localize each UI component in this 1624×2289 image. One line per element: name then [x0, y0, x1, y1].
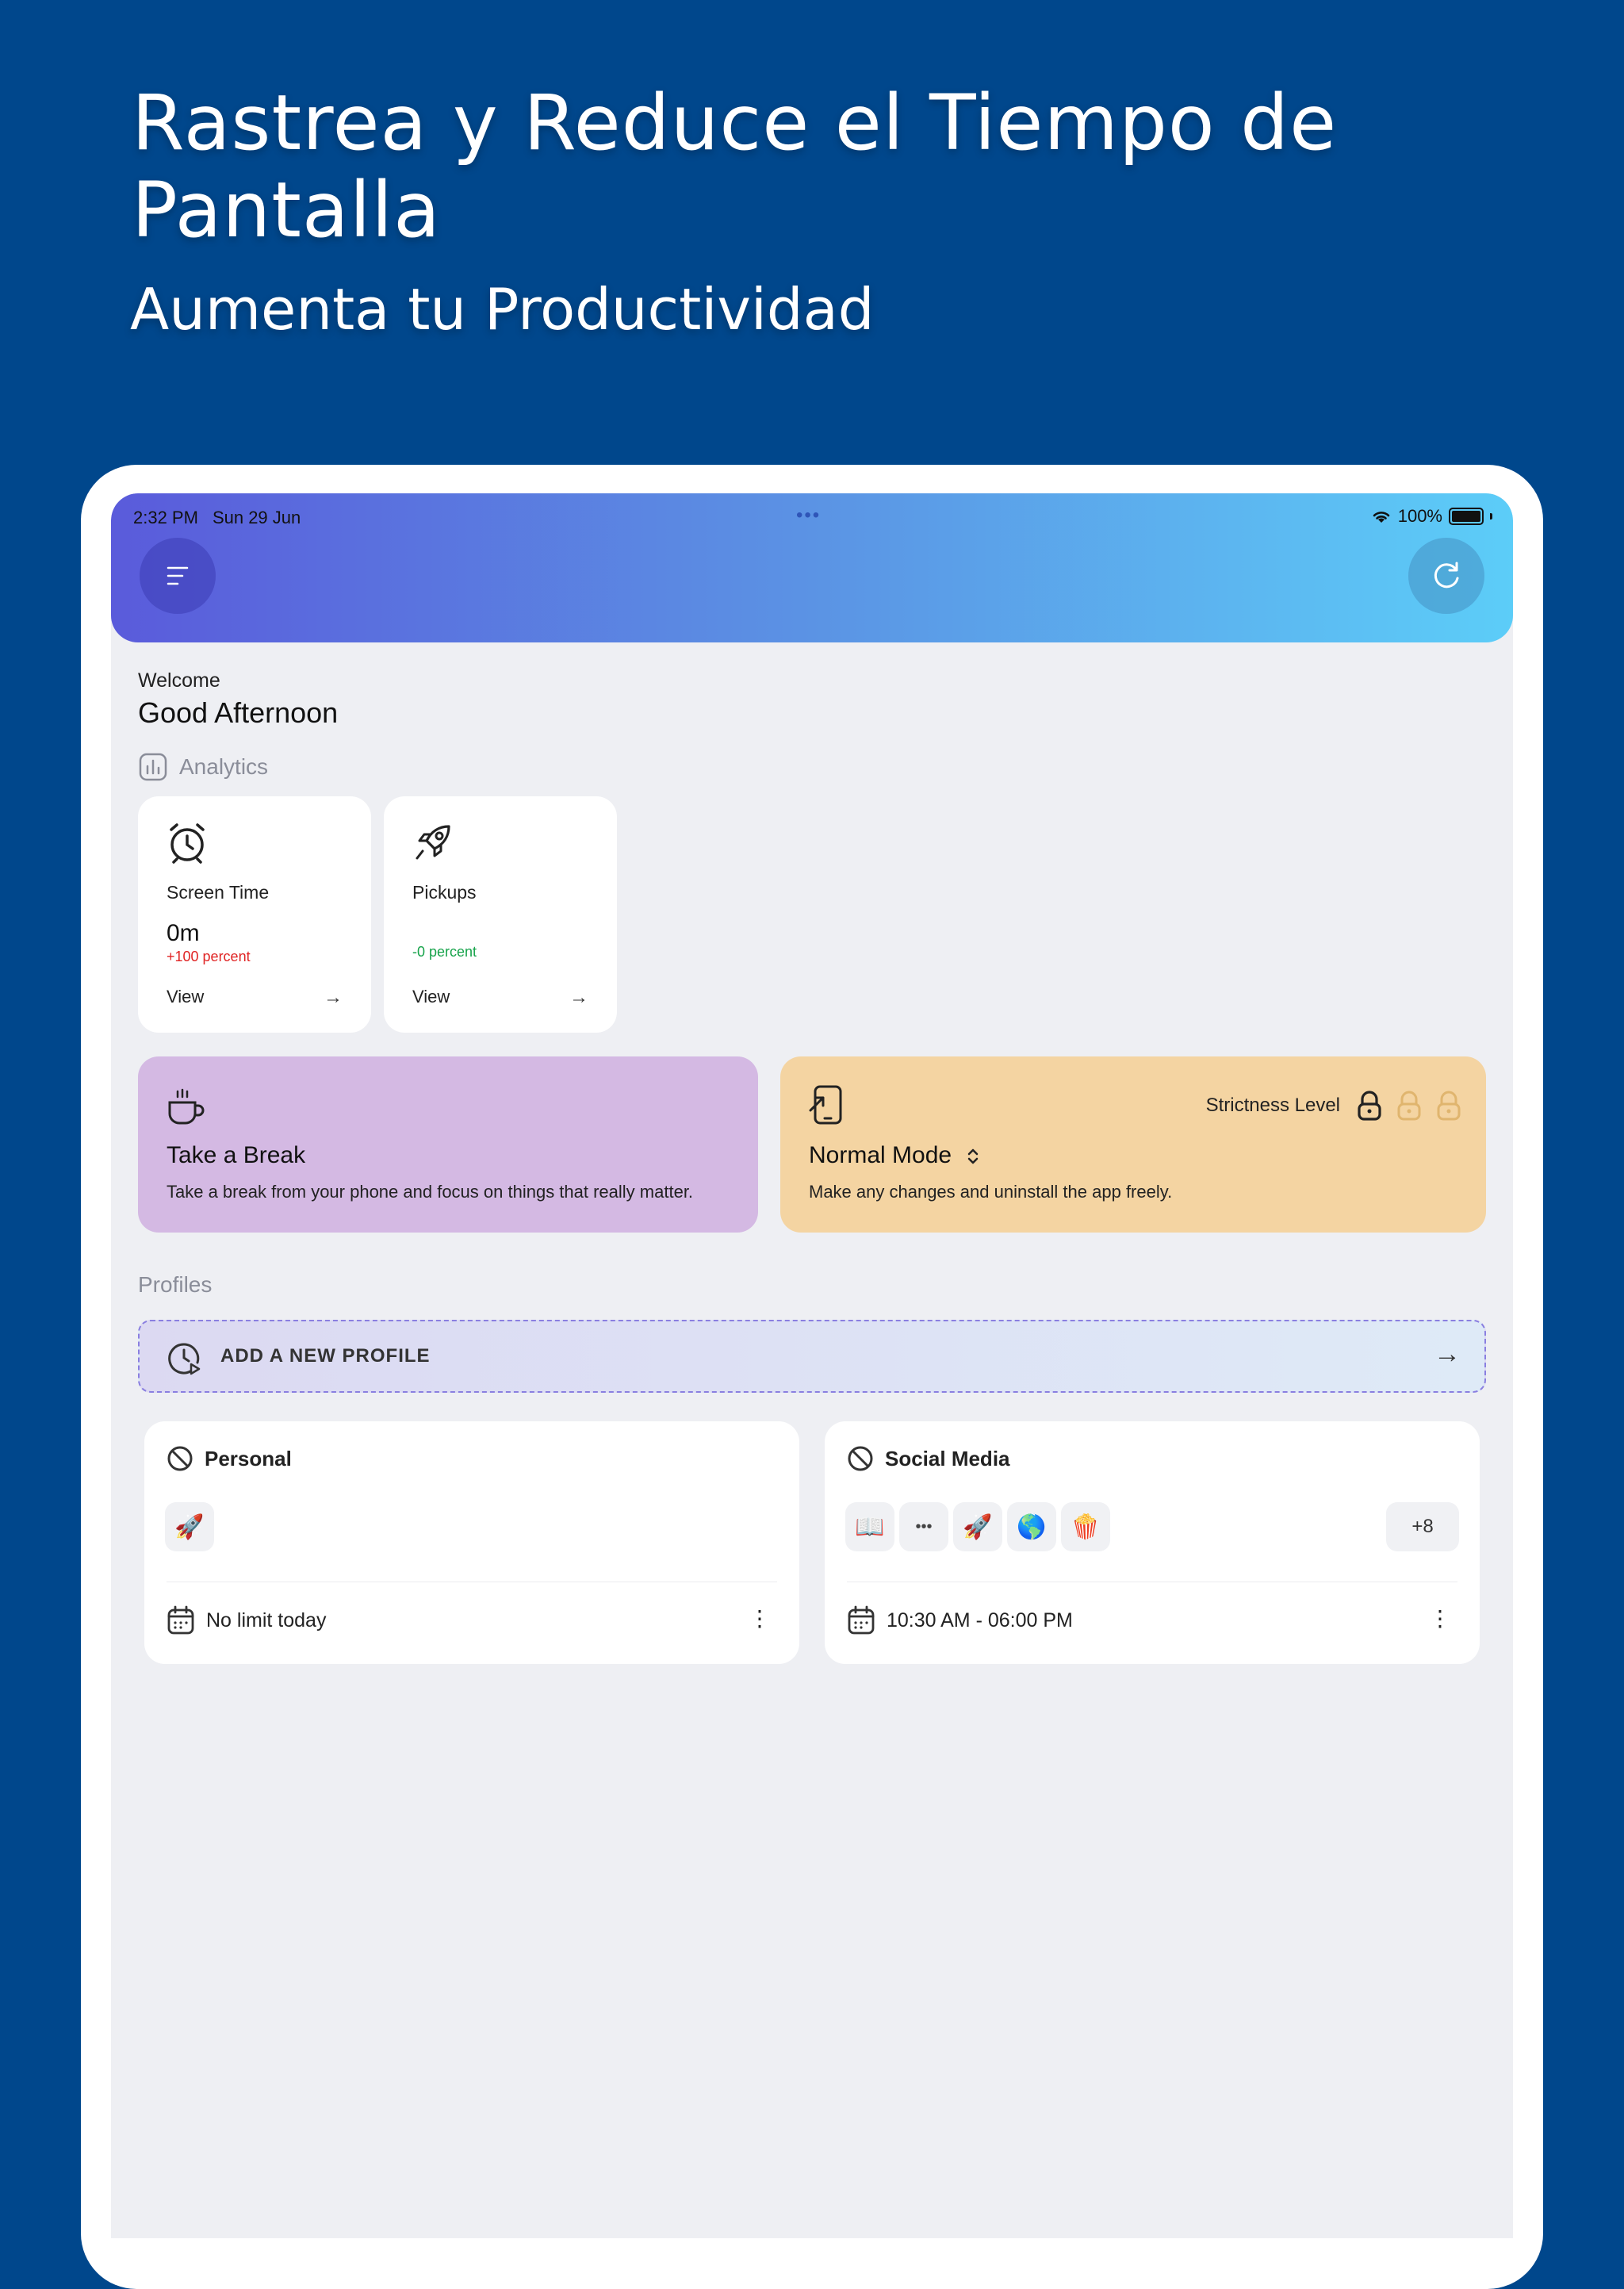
app-icon: 🚀	[165, 1502, 214, 1551]
lock-icon	[1437, 1091, 1461, 1121]
more-apps-badge[interactable]: +8	[1386, 1502, 1459, 1551]
screen-time-label: Screen Time	[167, 882, 270, 903]
profile-schedule: No limit today	[167, 1605, 326, 1635]
profile-name: Personal	[205, 1446, 292, 1470]
screen-time-delta: +100 percent	[167, 949, 251, 964]
clock-add-icon	[168, 1343, 201, 1375]
add-profile-label: ADD A NEW PROFILE	[220, 1345, 431, 1367]
analytics-header: Analytics	[138, 752, 268, 782]
profiles-title: Profiles	[138, 1272, 213, 1297]
arrow-right-icon: →	[324, 987, 343, 1008]
strictness-label: Strictness Level	[1205, 1095, 1340, 1116]
mode-title[interactable]: Normal Mode	[809, 1142, 980, 1169]
refresh-button[interactable]	[1408, 538, 1484, 614]
refresh-icon	[1434, 562, 1459, 589]
screen-time-value: 0m	[167, 920, 200, 946]
wifi-icon	[1373, 512, 1390, 523]
mode-card[interactable]: Strictness Level Normal Mode Make any ch…	[780, 1056, 1486, 1233]
arrow-right-icon: →	[1434, 1339, 1461, 1369]
battery-percent: 100%	[1397, 506, 1442, 526]
status-right: 100%	[1371, 506, 1492, 527]
app-list: 📖 ••• 🚀 🌎 🍿	[845, 1502, 1110, 1551]
promo-title: Rastrea y Reduce el Tiempo de Pantalla	[132, 79, 1338, 255]
app-icon: 📖	[845, 1502, 894, 1551]
status-clock: 2:32 PM	[133, 508, 198, 527]
status-date: Sun 29 Jun	[212, 508, 301, 527]
lock-icon	[1358, 1091, 1381, 1121]
arrow-right-icon: →	[569, 987, 588, 1008]
greeting-title: Good Afternoon	[138, 696, 339, 729]
more-options-icon[interactable]: ⋮	[749, 1607, 771, 1631]
profile-header: Personal	[167, 1445, 292, 1472]
mode-title-label: Normal Mode	[809, 1142, 952, 1168]
screen-time-card[interactable]: Screen Time 0m +100 percent View →	[138, 796, 371, 1033]
multitask-dots[interactable]: •••	[796, 504, 821, 527]
stopwatch-icon	[170, 823, 205, 864]
more-options-icon[interactable]: ⋮	[1429, 1607, 1451, 1631]
app-screen: 2:32 PM Sun 29 Jun ••• 100% Welcome Good …	[111, 493, 1513, 2238]
coffee-icon	[168, 1088, 205, 1125]
take-break-description: Take a break from your phone and focus o…	[167, 1182, 694, 1202]
analytics-title: Analytics	[179, 754, 269, 779]
profile-card-social-media[interactable]: Social Media 📖 ••• 🚀 🌎 🍿 +8 10:30 AM - 0…	[825, 1421, 1480, 1664]
mode-description: Make any changes and uninstall the app f…	[809, 1182, 1173, 1202]
battery-nub	[1490, 513, 1492, 520]
pickups-label: Pickups	[412, 882, 477, 903]
promo-subtitle: Aumenta tu Productividad	[130, 276, 875, 343]
profile-name: Social Media	[885, 1446, 1010, 1470]
menu-icon	[167, 566, 189, 585]
status-time: 2:32 PM Sun 29 Jun	[133, 508, 315, 528]
screen-time-view-link[interactable]: View	[167, 987, 204, 1007]
schedule-text: No limit today	[206, 1608, 327, 1631]
chevron-up-down-icon	[968, 1148, 979, 1164]
take-break-card[interactable]: Take a Break Take a break from your phon…	[138, 1056, 758, 1233]
calendar-icon	[848, 1605, 875, 1635]
chart-icon	[139, 753, 167, 781]
strictness-level[interactable]: Strictness Level	[1206, 1090, 1462, 1121]
pickups-card[interactable]: Pickups -0 percent View →	[384, 796, 617, 1033]
app-list: 🚀	[165, 1502, 214, 1551]
menu-button[interactable]	[140, 538, 216, 614]
calendar-icon	[167, 1605, 194, 1635]
app-icon: 🍿	[1061, 1502, 1110, 1551]
pickups-view-link[interactable]: View	[412, 987, 450, 1007]
block-icon	[848, 1446, 873, 1471]
app-header: 2:32 PM Sun 29 Jun ••• 100%	[111, 493, 1513, 642]
profile-card-personal[interactable]: Personal 🚀 No limit today ⋮	[144, 1421, 799, 1664]
phone-tap-icon	[809, 1085, 842, 1125]
app-icon: 🌎	[1007, 1502, 1056, 1551]
rocket-icon	[416, 825, 450, 860]
welcome-label: Welcome	[138, 669, 220, 692]
profile-schedule: 10:30 AM - 06:00 PM	[847, 1605, 1073, 1635]
pickups-delta: -0 percent	[412, 944, 477, 960]
block-icon	[167, 1446, 193, 1471]
app-icon: 🚀	[953, 1502, 1002, 1551]
add-profile-button[interactable]: ADD A NEW PROFILE →	[138, 1320, 1486, 1393]
app-icon: •••	[899, 1502, 948, 1551]
take-break-title: Take a Break	[167, 1142, 306, 1168]
schedule-text: 10:30 AM - 06:00 PM	[887, 1608, 1073, 1631]
battery-icon	[1449, 508, 1484, 525]
lock-icon	[1397, 1091, 1421, 1121]
profile-header: Social Media	[847, 1445, 1010, 1472]
